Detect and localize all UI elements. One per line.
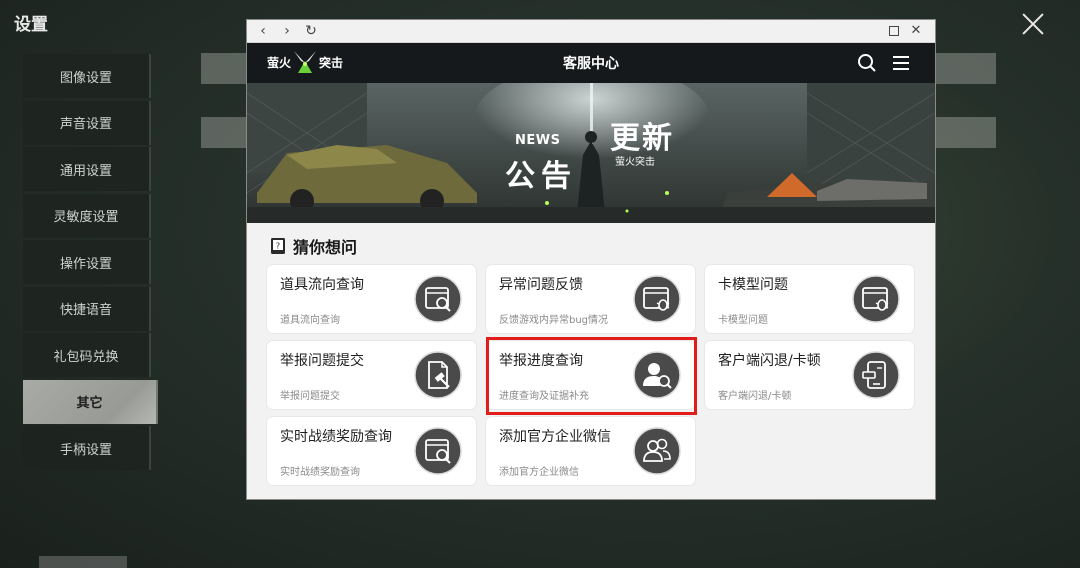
- card-title: 实时战绩奖励查询: [280, 429, 392, 445]
- banner-news-label: NEWS: [515, 133, 561, 148]
- background-bar: [201, 117, 247, 148]
- faq-section: ? 猜你想问 道具流向查询 道具流向查询 异常问题反馈 反馈游戏内异常bug情况…: [247, 223, 935, 485]
- users-icon: [633, 427, 681, 475]
- card-title: 异常问题反馈: [499, 277, 583, 293]
- page-title: 客服中心: [563, 56, 619, 72]
- logo-text-left: 萤火: [267, 55, 292, 70]
- card-subtitle: 客户端闪退/卡顿: [718, 391, 792, 402]
- card-title: 道具流向查询: [280, 277, 364, 293]
- sidebar-item-controls[interactable]: 操作设置: [23, 240, 151, 284]
- back-icon[interactable]: ‹: [251, 20, 275, 42]
- faq-grid: 道具流向查询 道具流向查询 异常问题反馈 反馈游戏内异常bug情况 卡模型问题 …: [267, 265, 915, 485]
- customer-service-browser: ‹ › ↻ ✕ 萤火 突击 客服中心 NEWS 公告 更新 萤火突击 ? 猜你想…: [246, 19, 936, 500]
- web-search-icon: [414, 427, 462, 475]
- card-title: 添加官方企业微信: [499, 429, 611, 445]
- user-search-icon: [633, 351, 681, 399]
- card-subtitle: 道具流向查询: [280, 315, 340, 326]
- background-bar: [935, 53, 996, 84]
- logo-text-right: 突击: [319, 55, 344, 70]
- sidebar-item-gamepad[interactable]: 手柄设置: [23, 426, 151, 470]
- web-bug-icon: [633, 275, 681, 323]
- sidebar-item-general[interactable]: 通用设置: [23, 147, 151, 191]
- faq-card-stuck-model[interactable]: 卡模型问题 卡模型问题: [705, 265, 914, 333]
- sidebar-item-gift-code[interactable]: 礼包码兑换: [23, 333, 151, 377]
- firefly-logo-icon: [294, 51, 317, 73]
- card-subtitle: 反馈游戏内异常bug情况: [499, 315, 609, 326]
- card-subtitle: 实时战绩奖励查询: [280, 467, 360, 478]
- banner-announcement-text: 公告: [505, 159, 577, 194]
- card-subtitle: 举报问题提交: [280, 391, 340, 402]
- sidebar-item-sound[interactable]: 声音设置: [23, 100, 151, 145]
- web-bug-icon: [852, 275, 900, 323]
- sidebar-item-graphics[interactable]: 图像设置: [23, 54, 151, 98]
- search-icon[interactable]: [857, 53, 877, 73]
- document-hammer-icon: [414, 351, 462, 399]
- settings-title: 设置: [14, 15, 48, 35]
- sidebar-item-sensitivity[interactable]: 灵敏度设置: [23, 193, 151, 238]
- maximize-icon[interactable]: [883, 20, 905, 42]
- svg-text:?: ?: [276, 242, 280, 251]
- banner-update-text: 更新: [610, 121, 674, 156]
- card-title: 卡模型问题: [718, 277, 788, 293]
- card-title: 客户端闪退/卡顿: [718, 353, 821, 369]
- faq-card-report-submit[interactable]: 举报问题提交 举报问题提交: [267, 341, 476, 409]
- banner-scene-image: [247, 83, 935, 223]
- card-subtitle: 添加官方企业微信: [499, 467, 579, 478]
- card-subtitle: 进度查询及证据补充: [499, 391, 589, 402]
- settings-sidebar: 图像设置 声音设置 通用设置 灵敏度设置 操作设置 快捷语音 礼包码兑换 其它 …: [23, 54, 158, 473]
- close-icon[interactable]: [1016, 8, 1050, 40]
- book-icon: ?: [271, 238, 285, 254]
- background-bar: [935, 117, 996, 148]
- forward-icon[interactable]: ›: [275, 20, 299, 42]
- section-title: 猜你想问: [293, 238, 358, 257]
- bottom-tab: [39, 556, 127, 568]
- faq-card-wechat[interactable]: 添加官方企业微信 添加官方企业微信: [486, 417, 695, 485]
- card-title: 举报进度查询: [499, 353, 583, 369]
- faq-card-report-progress[interactable]: 举报进度查询 进度查询及证据补充: [486, 341, 695, 409]
- news-banner[interactable]: NEWS 公告 更新 萤火突击: [247, 83, 935, 223]
- faq-card-battle-reward[interactable]: 实时战绩奖励查询 实时战绩奖励查询: [267, 417, 476, 485]
- reload-icon[interactable]: ↻: [299, 20, 323, 42]
- browser-toolbar: ‹ › ↻ ✕: [247, 20, 935, 43]
- site-header: 萤火 突击 客服中心: [247, 43, 935, 83]
- faq-card-client-crash[interactable]: 客户端闪退/卡顿 客户端闪退/卡顿: [705, 341, 914, 409]
- card-subtitle: 卡模型问题: [718, 315, 768, 326]
- sidebar-item-quick-voice[interactable]: 快捷语音: [23, 286, 151, 331]
- mobile-device-icon: [852, 351, 900, 399]
- sidebar-item-other[interactable]: 其它: [23, 379, 158, 424]
- card-title: 举报问题提交: [280, 353, 364, 369]
- menu-icon[interactable]: [891, 53, 911, 73]
- faq-card-item-flow[interactable]: 道具流向查询 道具流向查询: [267, 265, 476, 333]
- faq-card-bug-report[interactable]: 异常问题反馈 反馈游戏内异常bug情况: [486, 265, 695, 333]
- site-logo[interactable]: 萤火 突击: [267, 49, 343, 75]
- window-close-icon[interactable]: ✕: [905, 20, 927, 42]
- web-search-icon: [414, 275, 462, 323]
- background-bar: [201, 53, 247, 84]
- banner-game-name: 萤火突击: [615, 157, 655, 168]
